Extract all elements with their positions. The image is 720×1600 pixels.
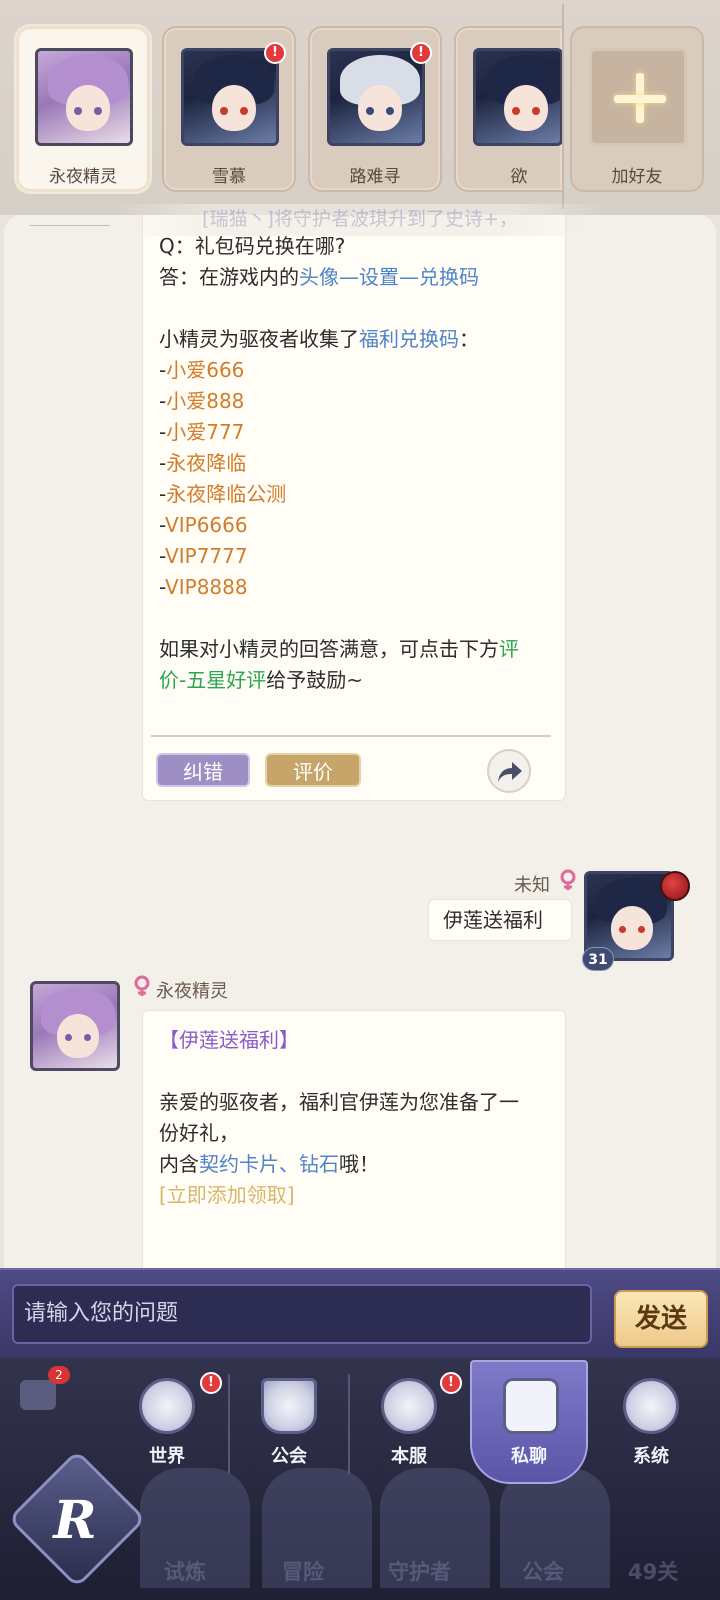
message-bubble-faq: Q：礼包码兑换在哪? 答：在游戏内的头像—设置—兑换码 小精灵为驱夜者收集了福利… — [142, 215, 566, 801]
female-icon — [134, 975, 150, 996]
nav-label-faded: 试炼 — [164, 1560, 206, 1584]
level-badge: 31 — [582, 947, 614, 971]
friend-avatar — [35, 48, 133, 146]
answer-line: 答：在游戏内的头像—设置—兑换码 — [159, 265, 479, 289]
alert-icon: ! — [264, 42, 286, 64]
input-bar: 请输入您的问题 发送 — [0, 1268, 720, 1358]
question-input[interactable]: 请输入您的问题 — [12, 1284, 592, 1344]
tab-world[interactable]: ! 世界 — [108, 1372, 226, 1484]
rate-button[interactable]: 评价 — [265, 753, 361, 787]
message-bubble-user: 伊莲送福利 — [428, 899, 572, 941]
tab-label: 公会 — [271, 1446, 307, 1467]
rating-link[interactable]: 价-五星好评 — [159, 668, 266, 692]
tab-label: 私聊 — [511, 1446, 547, 1467]
tab-label: 系统 — [633, 1446, 669, 1467]
friend-name: 路难寻 — [349, 167, 401, 187]
intro-line: 小精灵为驱夜者收集了福利兑换码： — [159, 327, 479, 351]
nav-label-faded: 冒险 — [282, 1560, 324, 1584]
friend-name: 永夜精灵 — [49, 167, 117, 187]
feedback-line-2: 价-五星好评给予鼓励~ — [159, 668, 363, 692]
friend-card-yu[interactable]: 欲 — [454, 26, 563, 192]
code-item: -VIP8888 — [159, 575, 248, 599]
level-progress-label: 49关 — [628, 1560, 679, 1584]
plus-icon — [589, 48, 687, 146]
add-friend-label: 加好友 — [611, 167, 663, 187]
code-item: -VIP6666 — [159, 513, 248, 537]
spirit-avatar[interactable] — [30, 981, 120, 1071]
divider — [30, 225, 110, 226]
friend-name: 雪慕 — [212, 167, 246, 187]
bottom-nav: 2 试炼 冒险 守护者 公会 49关 R ! 世界 公会 ! 本服 私聊 系统 — [0, 1358, 720, 1600]
code-item: -VIP7777 — [159, 544, 248, 568]
marquee-announcement: [瑞猫丶]将守护者波琪升到了史诗+， — [110, 204, 610, 236]
share-arrow-icon — [498, 762, 522, 782]
friend-avatar — [473, 48, 563, 146]
welfare-body: 份好礼， — [159, 1121, 239, 1145]
code-item: -小爱666 — [159, 358, 245, 382]
welfare-contents: 内含契约卡片、钻石哦！ — [159, 1152, 379, 1176]
friend-card-yongye-jingling[interactable]: 永夜精灵 — [16, 26, 150, 192]
alert-icon: ! — [200, 1372, 222, 1394]
unread-count-badge: 2 — [48, 1366, 70, 1384]
alert-icon: ! — [410, 42, 432, 64]
chat-bubble-icon — [503, 1378, 559, 1434]
sender-name: 未知 — [514, 875, 550, 896]
claim-link[interactable]: [立即添加领取] — [159, 1180, 549, 1211]
tab-private-chat[interactable]: 私聊 — [470, 1360, 588, 1484]
sender-name: 永夜精灵 — [156, 981, 228, 1002]
divider — [151, 735, 551, 737]
tab-system[interactable]: 系统 — [592, 1374, 710, 1484]
tab-guild[interactable]: 公会 — [230, 1374, 348, 1484]
chat-panel[interactable]: Q：礼包码兑换在哪? 答：在游戏内的头像—设置—兑换码 小精灵为驱夜者收集了福利… — [4, 215, 716, 1275]
answer-path-link[interactable]: 头像—设置—兑换码 — [299, 265, 479, 289]
friend-card-lunanxun[interactable]: ! 路难寻 — [308, 26, 442, 192]
code-item: -永夜降临 — [159, 451, 247, 475]
tab-label: 本服 — [391, 1446, 427, 1467]
welfare-title: 【伊莲送福利】 — [159, 1028, 299, 1052]
rose-decoration-icon — [660, 871, 690, 901]
nav-label-faded: 守护者 — [388, 1560, 451, 1584]
code-item: -永夜降临公测 — [159, 482, 287, 506]
report-error-button[interactable]: 纠错 — [156, 753, 250, 787]
code-item: -小爱888 — [159, 389, 245, 413]
bell-icon — [623, 1378, 679, 1434]
add-friend-button[interactable]: 加好友 — [570, 26, 704, 192]
guild-shield-icon — [261, 1378, 317, 1434]
feedback-line: 如果对小精灵的回答满意，可点击下方评 — [159, 637, 519, 661]
tab-label: 世界 — [149, 1446, 185, 1467]
compass-icon — [381, 1378, 437, 1434]
share-button[interactable] — [487, 749, 531, 793]
welfare-body: 亲爱的驱夜者，福利官伊莲为您准备了一 — [159, 1090, 519, 1114]
chat-icon[interactable] — [20, 1380, 56, 1410]
friend-card-xuemu[interactable]: ! 雪慕 — [162, 26, 296, 192]
message-bubble-welfare: 【伊莲送福利】 亲爱的驱夜者，福利官伊莲为您准备了一 份好礼， 内含契约卡片、钻… — [142, 1010, 566, 1275]
tab-server[interactable]: ! 本服 — [350, 1372, 468, 1484]
nav-label-faded: 公会 — [522, 1560, 564, 1584]
female-icon — [560, 869, 576, 890]
alert-icon: ! — [440, 1372, 462, 1394]
strip-divider — [562, 4, 564, 209]
redeem-code-link[interactable]: 福利兑换码 — [359, 327, 459, 351]
code-item: -小爱777 — [159, 420, 245, 444]
friend-avatar — [327, 48, 425, 146]
friend-avatar — [181, 48, 279, 146]
friend-strip: 永夜精灵 ! 雪慕 ! 路难寻 欲 加好友 — [0, 0, 720, 215]
send-button[interactable]: 发送 — [614, 1290, 708, 1348]
world-icon — [139, 1378, 195, 1434]
home-logo-icon: R — [53, 1490, 97, 1551]
